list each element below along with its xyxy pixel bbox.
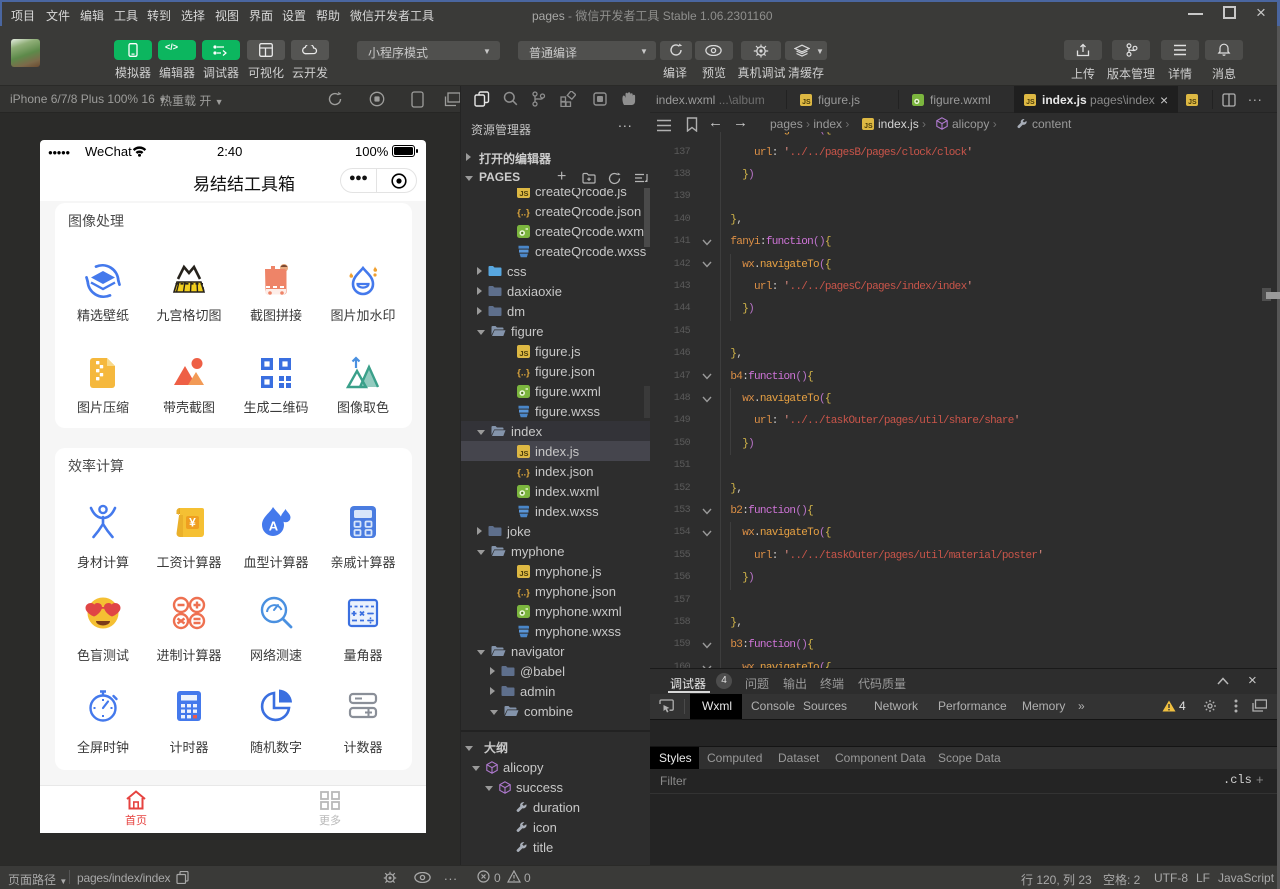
svg-text:JS: JS — [519, 569, 528, 578]
svg-text:JS: JS — [1188, 99, 1197, 106]
svg-text:JS: JS — [519, 349, 528, 358]
svg-text:JS: JS — [519, 189, 528, 198]
svg-text:JS: JS — [519, 449, 528, 458]
svg-text:A: A — [269, 519, 279, 534]
svg-text:{..}: {..} — [517, 367, 530, 378]
svg-text:{..}: {..} — [517, 467, 530, 478]
svg-text:{..}: {..} — [517, 587, 530, 598]
svg-text:{..}: {..} — [517, 207, 530, 218]
svg-text:¥: ¥ — [189, 516, 196, 530]
svg-text:JS: JS — [1026, 99, 1035, 106]
svg-text:JS: JS — [864, 123, 873, 130]
svg-text:JS: JS — [802, 99, 811, 106]
